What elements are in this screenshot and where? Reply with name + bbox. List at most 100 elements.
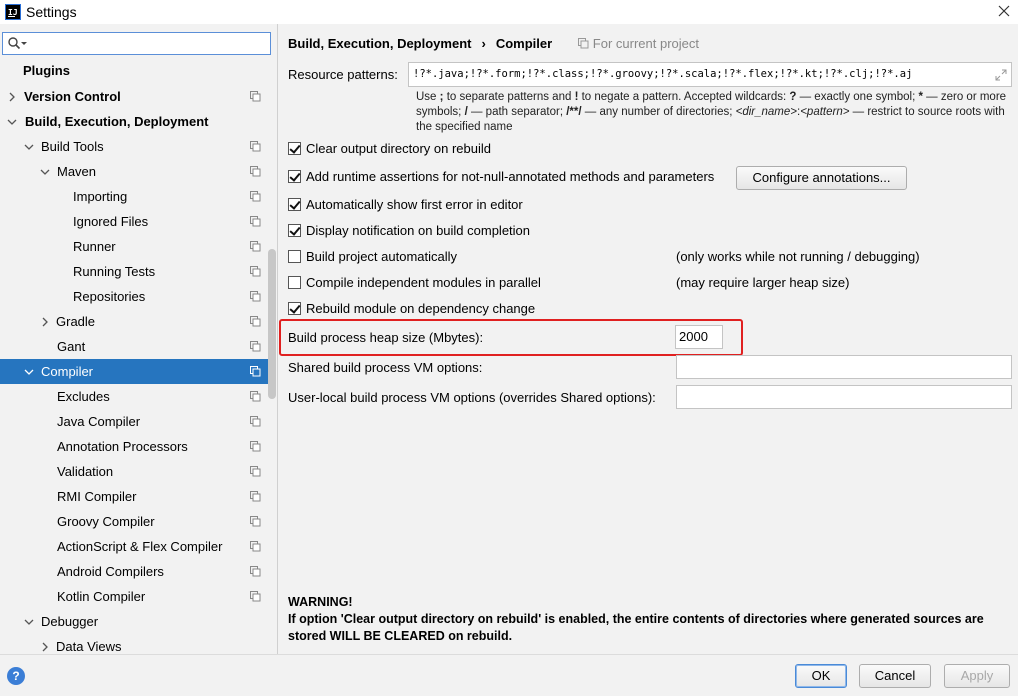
sidebar-item-actionscript-flex-compiler[interactable]: ActionScript & Flex Compiler [0,534,268,559]
sidebar-item-importing[interactable]: Importing [0,184,268,209]
ok-button[interactable]: OK [795,664,847,688]
project-scope-icon [250,591,261,602]
sidebar-item-excludes[interactable]: Excludes [0,384,268,409]
project-scope-icon [250,366,261,377]
project-scope-icon [250,216,261,227]
checkbox-unchecked-icon[interactable] [288,250,301,263]
apply-button[interactable]: Apply [944,664,1010,688]
sidebar-item-runner[interactable]: Runner [0,234,268,259]
sidebar-item-debugger[interactable]: Debugger [0,609,268,634]
parallel-compile-checkbox[interactable]: Compile independent modules in parallel [288,275,541,295]
sidebar-item-groovy-compiler[interactable]: Groovy Compiler [0,509,268,534]
shared-vm-options-label: Shared build process VM options: [288,360,483,375]
sidebar-item-gant[interactable]: Gant [0,334,268,359]
sidebar-item-version-control[interactable]: Version Control [0,84,268,109]
project-scope-icon [250,391,261,402]
sidebar-item-label: Build Tools [41,139,104,154]
chevron-down-icon[interactable] [7,117,17,127]
runtime-assertions-checkbox[interactable]: Add runtime assertions for not-null-anno… [288,169,714,189]
project-scope-icon [250,466,261,477]
breadcrumb-current: Compiler [495,36,553,51]
user-vm-options-input[interactable] [676,385,1012,409]
sidebar-item-ignored-files[interactable]: Ignored Files [0,209,268,234]
rebuild-on-dependency-checkbox[interactable]: Rebuild module on dependency change [288,301,535,321]
sidebar-item-java-compiler[interactable]: Java Compiler [0,409,268,434]
sidebar-item-data-views[interactable]: Data Views [0,634,268,654]
close-icon[interactable] [992,0,1016,24]
breadcrumb-parent[interactable]: Build, Execution, Deployment [288,36,471,51]
chevron-down-icon[interactable] [24,142,34,152]
sidebar-item-rmi-compiler[interactable]: RMI Compiler [0,484,268,509]
resource-patterns-input[interactable]: !?*.java;!?*.form;!?*.class;!?*.groovy;!… [408,62,1012,87]
sidebar-item-label: Kotlin Compiler [57,589,146,604]
configure-annotations-button[interactable]: Configure annotations... [736,166,907,190]
search-input[interactable] [2,32,271,55]
shared-vm-options-input[interactable] [676,355,1012,379]
project-scope-icon [250,316,261,327]
sidebar-item-gradle[interactable]: Gradle [0,309,268,334]
sidebar-item-label: Java Compiler [57,414,141,429]
resource-patterns-hint: Use ; to separate patterns and ! to nega… [416,91,1007,133]
sidebar-item-label: Groovy Compiler [57,514,155,529]
chevron-right-icon[interactable] [40,642,50,652]
settings-tree: Plugins Version Control Build, Execution… [0,24,278,654]
checkbox-unchecked-icon[interactable] [288,276,301,289]
chevron-right-icon[interactable] [40,317,50,327]
sidebar-item-label: Running Tests [73,264,156,279]
chevron-down-icon[interactable] [24,367,34,377]
user-vm-options-label: User-local build process VM options (ove… [288,390,656,405]
build-notification-checkbox[interactable]: Display notification on build completion [288,223,530,243]
sidebar-item-plugins[interactable]: Plugins [0,58,268,83]
project-scope-icon [250,341,261,352]
chevron-down-icon[interactable] [24,617,34,627]
help-icon[interactable]: ? [7,667,25,685]
build-automatically-checkbox[interactable]: Build project automatically [288,249,457,269]
sidebar-item-label: Maven [57,164,97,179]
sidebar-item-maven[interactable]: Maven [0,159,268,184]
show-first-error-checkbox[interactable]: Automatically show first error in editor [288,197,523,217]
project-scope-icon [250,166,261,177]
project-scope-icon [250,491,261,502]
sidebar-item-annotation-processors[interactable]: Annotation Processors [0,434,268,459]
breadcrumb: Build, Execution, Deployment › Compiler Fo… [288,36,699,51]
build-automatically-note: (only works while not running / debuggin… [676,249,920,264]
checkbox-checked-icon[interactable] [288,302,301,315]
dialog-footer: ? OK Cancel Apply [0,654,1018,696]
sidebar-item-running-tests[interactable]: Running Tests [0,259,268,284]
clear-output-checkbox[interactable]: Clear output directory on rebuild [288,141,491,161]
checkbox-checked-icon[interactable] [288,170,301,183]
tree-scrollbar[interactable] [268,249,276,399]
sidebar-item-build-tools[interactable]: Build Tools [0,134,268,159]
sidebar-item-android-compilers[interactable]: Android Compilers [0,559,268,584]
chevron-down-icon[interactable] [40,167,50,177]
checkbox-label: Compile independent modules in parallel [306,275,541,290]
checkbox-checked-icon[interactable] [288,198,301,211]
heap-size-input[interactable]: 2000 [675,325,723,349]
checkbox-checked-icon[interactable] [288,142,301,155]
compiler-settings-panel: Build, Execution, Deployment › Compiler Fo… [279,24,1018,654]
sidebar-item-build-execution-deployment[interactable]: Build, Execution, Deployment [0,109,268,134]
sidebar-item-compiler[interactable]: Compiler [0,359,268,384]
checkbox-label: Display notification on build completion [306,223,531,238]
warning-text: If option 'Clear output directory on reb… [288,612,984,643]
cancel-button[interactable]: Cancel [859,664,931,688]
breadcrumb-separator: › [481,36,486,51]
sidebar-item-label: Validation [57,464,114,479]
sidebar-item-validation[interactable]: Validation [0,459,268,484]
sidebar-item-label: Runner [73,239,116,254]
checkbox-checked-icon[interactable] [288,224,301,237]
sidebar-item-repositories[interactable]: Repositories [0,284,268,309]
expand-icon[interactable] [995,69,1007,81]
warning-title: WARNING! [288,595,353,609]
project-scope-icon [250,291,261,302]
project-scope-icon [250,191,261,202]
sidebar-item-kotlin-compiler[interactable]: Kotlin Compiler [0,584,268,609]
scope-label: For current project [577,36,699,51]
scope-text: For current project [592,36,699,51]
chevron-right-icon[interactable] [7,92,17,102]
checkbox-label: Build project automatically [306,249,458,264]
project-scope-icon [577,38,589,49]
sidebar-item-label: Plugins [23,63,70,78]
search-icon [7,36,29,54]
sidebar-item-label: Data Views [56,639,122,654]
